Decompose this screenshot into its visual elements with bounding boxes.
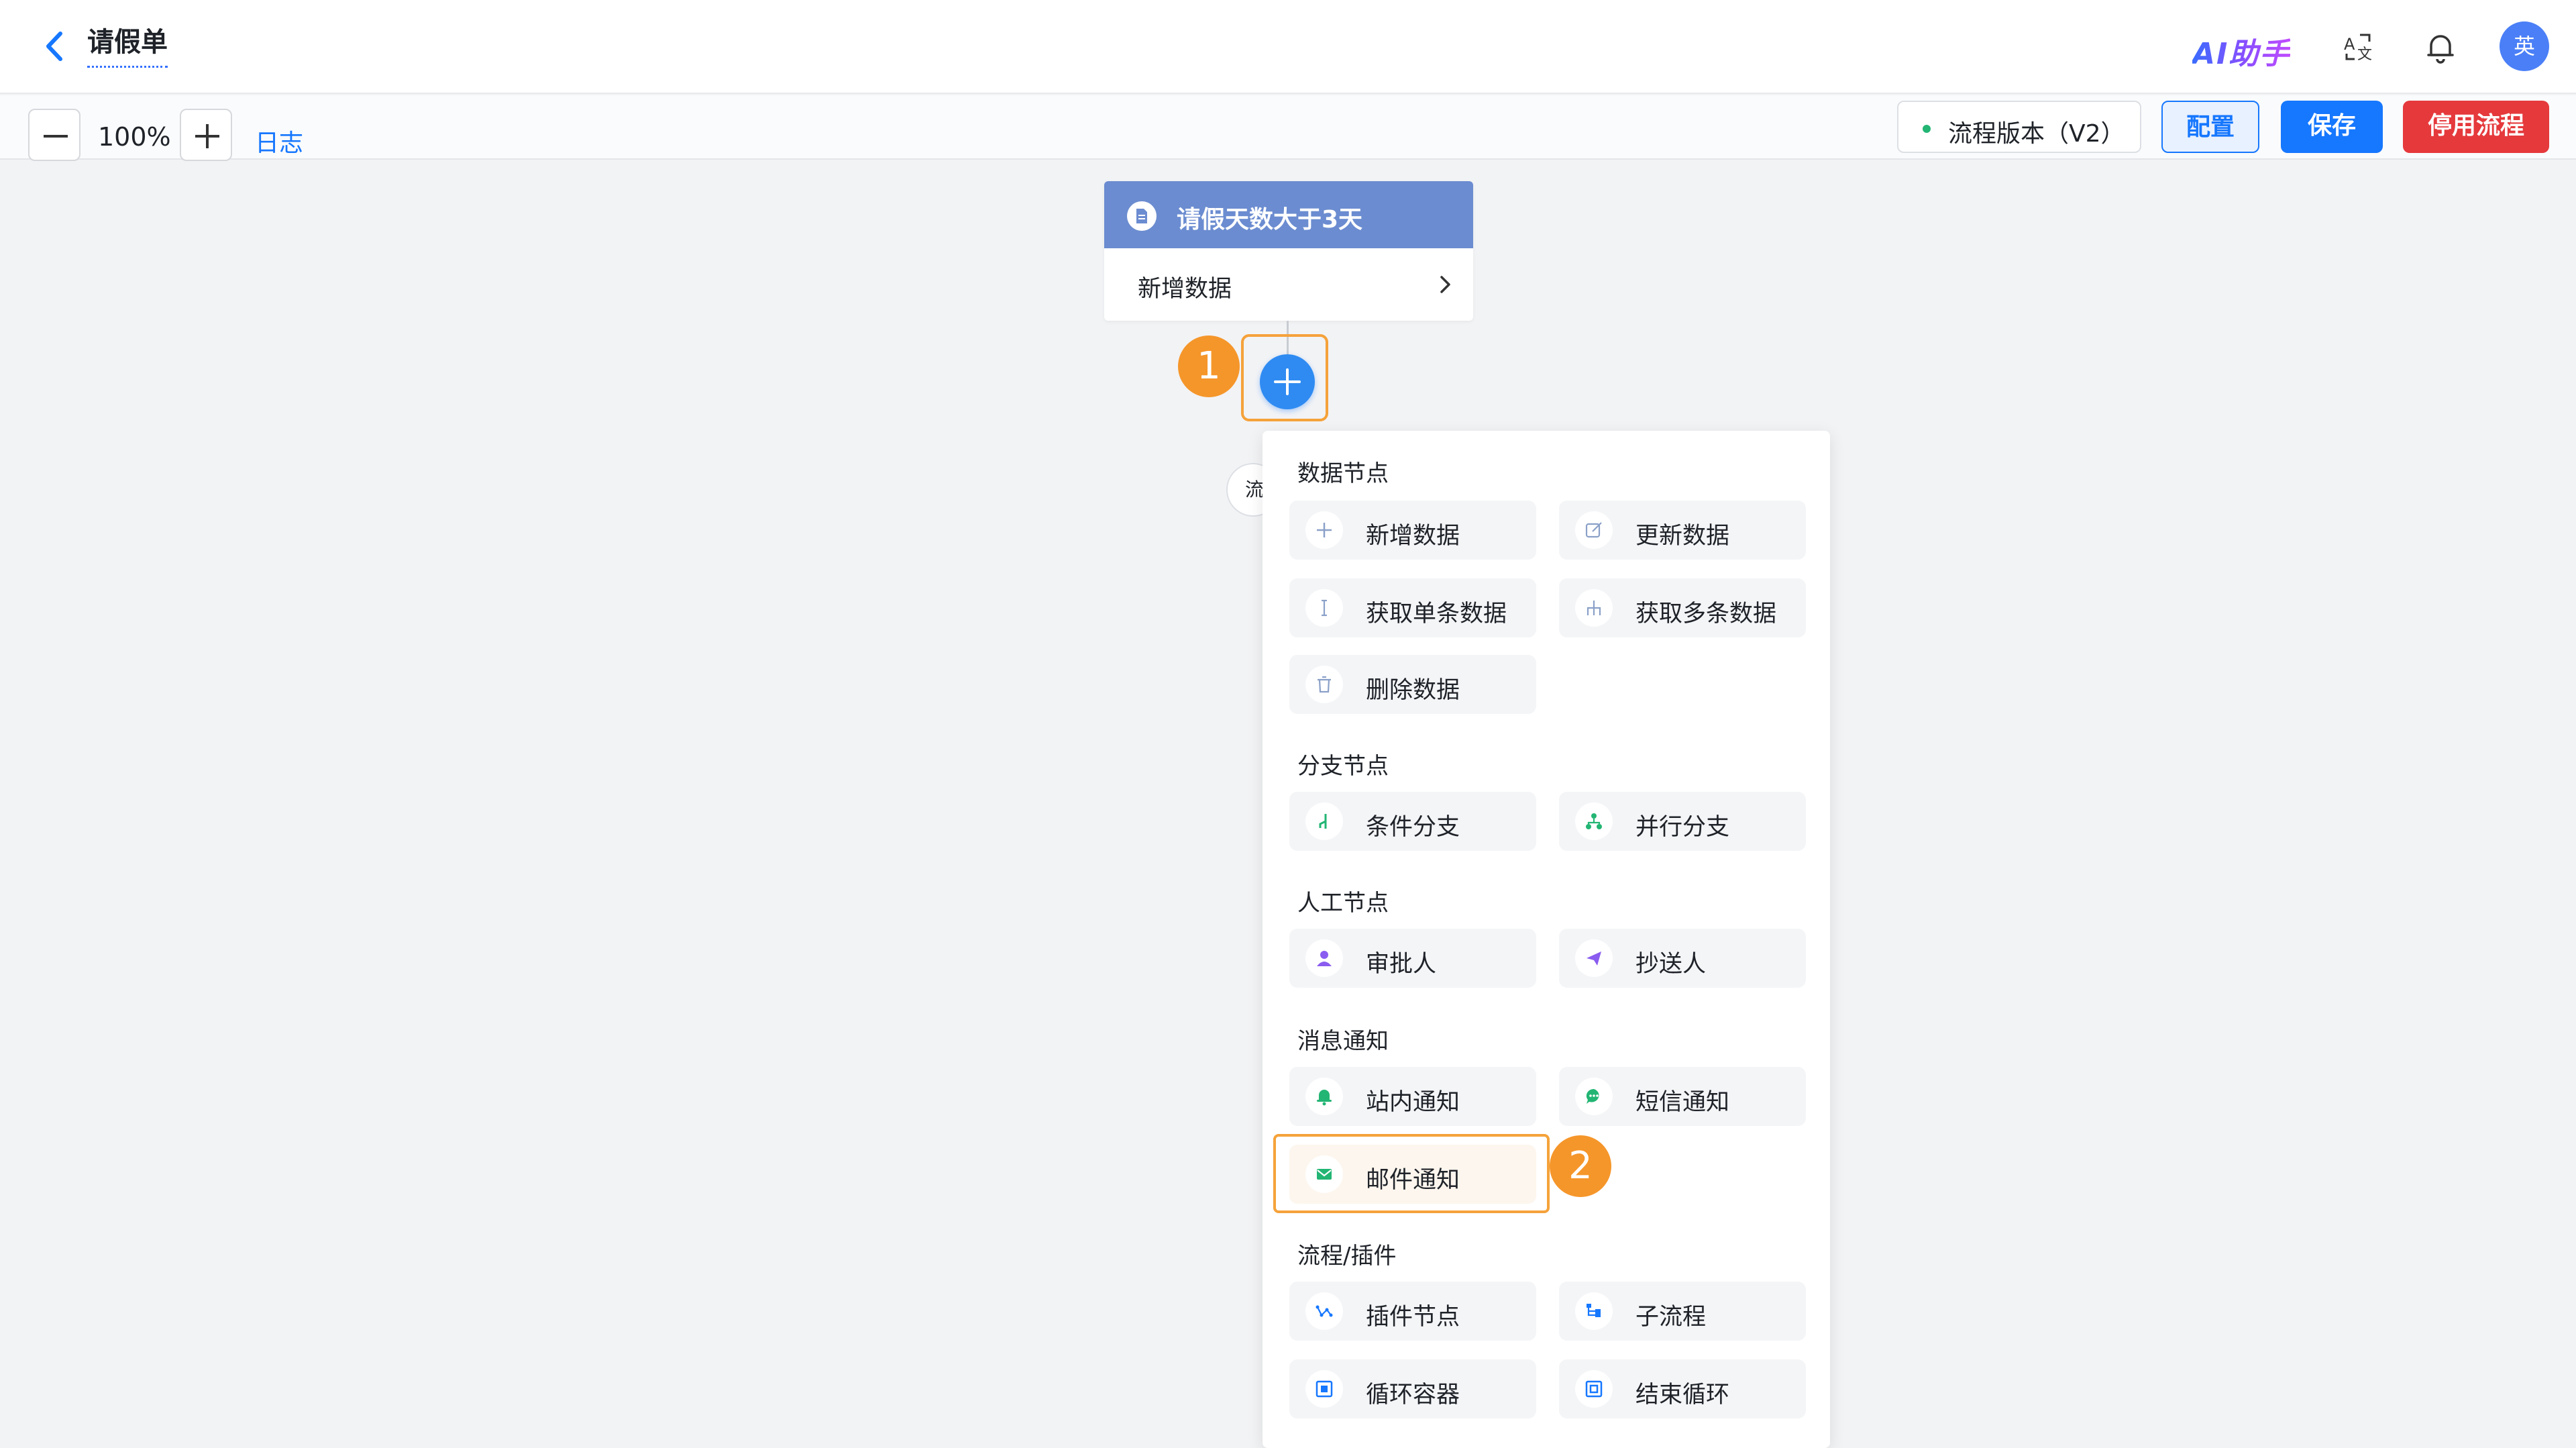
parallel-branch-icon [1575, 803, 1613, 840]
version-label: 流程版本（V2） [1948, 120, 2125, 148]
menu-item-label: 更新数据 [1635, 523, 1730, 550]
step-badge-2: 2 [1550, 1135, 1611, 1197]
menu-item-get-single-data[interactable]: 获取单条数据 [1289, 578, 1536, 637]
top-header: 请假单 AI助手 A 文 英 [0, 0, 2576, 94]
menu-item-cc[interactable]: 抄送人 [1559, 929, 1806, 988]
trigger-node-header[interactable]: 请假天数大于3天 [1104, 181, 1473, 248]
sms-icon [1575, 1078, 1613, 1115]
menu-item-label: 结束循环 [1635, 1382, 1730, 1408]
plugin-icon [1305, 1292, 1343, 1330]
menu-item-get-multi-data[interactable]: 获取多条数据 [1559, 578, 1806, 637]
menu-item-label: 插件节点 [1366, 1304, 1460, 1331]
trigger-node: 请假天数大于3天 新增数据 [1104, 181, 1473, 321]
menu-item-parallel-branch[interactable]: 并行分支 [1559, 792, 1806, 851]
menu-item-label: 获取单条数据 [1366, 601, 1507, 627]
zoom-in-button[interactable] [180, 109, 232, 161]
section-title-flow-plugin: 流程/插件 [1297, 1243, 1397, 1270]
chevron-right-icon [1440, 276, 1450, 293]
menu-item-approver[interactable]: 审批人 [1289, 929, 1536, 988]
back-arrow-icon[interactable] [36, 23, 76, 70]
menu-item-label: 新增数据 [1366, 523, 1460, 550]
trash-icon [1305, 666, 1343, 703]
add-node-menu: 数据节点 新增数据 更新数据 获取单条数据 获取多条数据 删除数据 分支节点 条… [1263, 431, 1830, 1448]
multi-data-icon [1575, 589, 1613, 627]
loop-container-icon [1305, 1370, 1343, 1408]
section-title-notification: 消息通知 [1297, 1028, 1389, 1055]
menu-item-plugin-node[interactable]: 插件节点 [1289, 1282, 1536, 1341]
menu-item-label: 并行分支 [1635, 814, 1730, 841]
svg-text:文: 文 [2357, 46, 2372, 63]
menu-item-label: 条件分支 [1366, 814, 1460, 841]
menu-item-end-loop[interactable]: 结束循环 [1559, 1359, 1806, 1418]
page-title[interactable]: 请假单 [87, 25, 168, 68]
version-status-dot [1923, 125, 1931, 133]
add-node-button[interactable] [1260, 354, 1315, 409]
condition-branch-icon [1305, 803, 1343, 840]
menu-item-label: 子流程 [1635, 1304, 1707, 1331]
single-data-icon [1305, 589, 1343, 627]
menu-item-subflow[interactable]: 子流程 [1559, 1282, 1806, 1341]
plus-icon [1305, 511, 1343, 549]
menu-item-label: 获取多条数据 [1635, 601, 1777, 627]
email-notify-highlight-box [1273, 1134, 1550, 1213]
section-title-data: 数据节点 [1297, 460, 1389, 487]
user-icon [1305, 939, 1343, 977]
svg-text:A: A [2344, 35, 2355, 54]
log-link[interactable]: 日志 [255, 123, 303, 158]
menu-item-label: 循环容器 [1366, 1382, 1460, 1408]
subflow-icon [1575, 1292, 1613, 1330]
document-icon [1127, 201, 1157, 231]
menu-item-condition-branch[interactable]: 条件分支 [1289, 792, 1536, 851]
stop-flow-button[interactable]: 停用流程 [2403, 101, 2549, 153]
menu-item-label: 删除数据 [1366, 677, 1460, 704]
trigger-node-body[interactable]: 新增数据 [1104, 248, 1473, 321]
menu-item-delete-data[interactable]: 删除数据 [1289, 655, 1536, 714]
save-button[interactable]: 保存 [2281, 101, 2383, 153]
trigger-title: 请假天数大于3天 [1177, 206, 1363, 234]
menu-item-label: 短信通知 [1635, 1089, 1730, 1116]
trigger-action-label: 新增数据 [1138, 276, 1232, 303]
end-loop-icon [1575, 1370, 1613, 1408]
menu-item-update-data[interactable]: 更新数据 [1559, 501, 1806, 560]
flow-version-selector[interactable]: 流程版本（V2） [1897, 101, 2141, 153]
section-title-branch: 分支节点 [1297, 753, 1389, 780]
menu-item-sms-notify[interactable]: 短信通知 [1559, 1067, 1806, 1126]
ai-assistant-button[interactable]: AI助手 [2192, 30, 2290, 72]
section-title-manual: 人工节点 [1297, 890, 1389, 917]
config-button[interactable]: 配置 [2161, 101, 2259, 153]
zoom-out-button[interactable] [28, 109, 80, 161]
menu-item-label: 抄送人 [1635, 951, 1707, 978]
menu-item-loop-container[interactable]: 循环容器 [1289, 1359, 1536, 1418]
edit-icon [1575, 511, 1613, 549]
send-icon [1575, 939, 1613, 977]
menu-item-label: 站内通知 [1366, 1089, 1460, 1116]
zoom-level: 100% [98, 122, 171, 152]
bell-icon [1305, 1078, 1343, 1115]
menu-item-site-notify[interactable]: 站内通知 [1289, 1067, 1536, 1126]
avatar[interactable]: 英 [2500, 21, 2549, 71]
menu-item-add-data[interactable]: 新增数据 [1289, 501, 1536, 560]
menu-item-label: 审批人 [1366, 951, 1437, 978]
translate-icon[interactable]: A 文 [2340, 28, 2377, 66]
bell-icon[interactable] [2422, 28, 2459, 66]
step-badge-1: 1 [1178, 335, 1240, 397]
